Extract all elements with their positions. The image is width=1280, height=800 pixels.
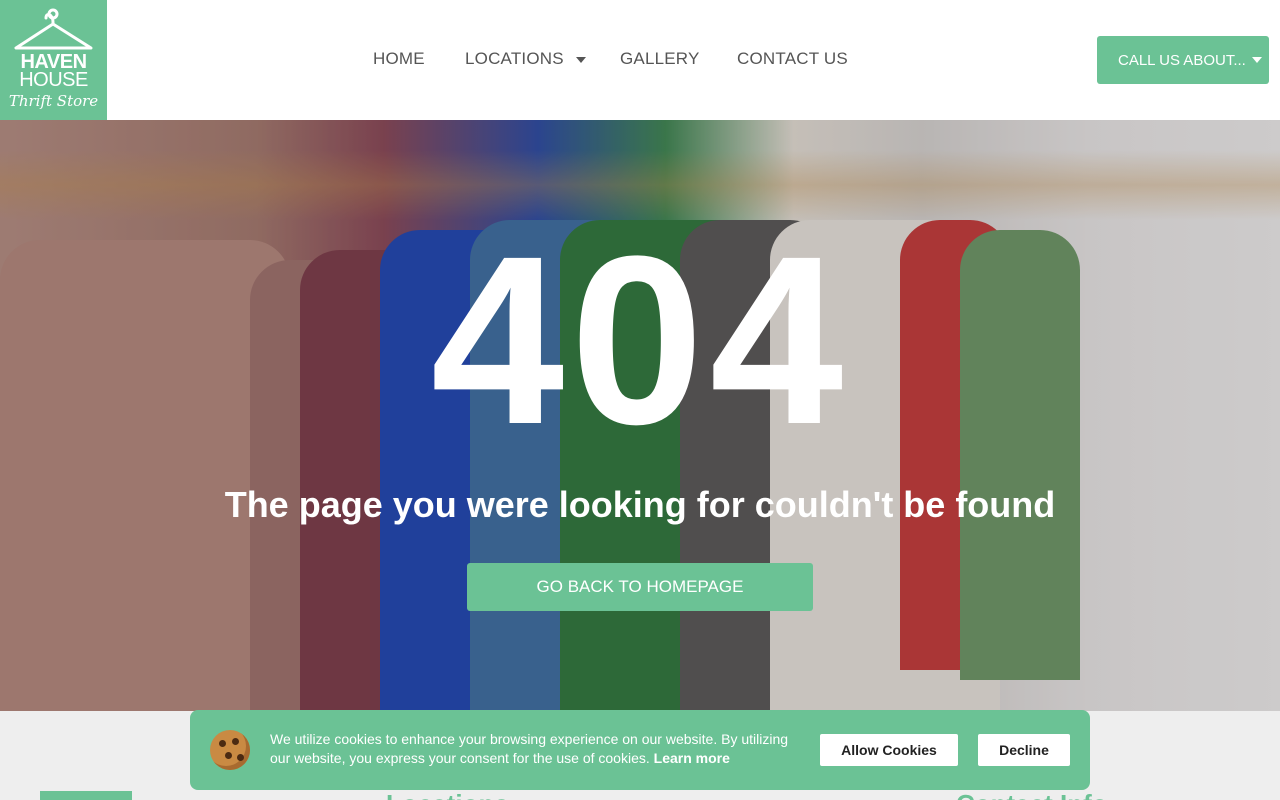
cookie-banner: We utilize cookies to enhance your brows…: [190, 710, 1090, 790]
logo-line-2: HOUSE: [19, 69, 88, 91]
logo-tagline: Thrift Store: [8, 92, 99, 110]
call-us-label: CALL US ABOUT...: [1118, 51, 1246, 69]
decline-cookies-button[interactable]: Decline: [978, 734, 1070, 766]
nav-locations[interactable]: LOCATIONS: [465, 49, 586, 69]
site-header: HAVEN HOUSE Thrift Store HOME LOCATIONS …: [0, 0, 1280, 120]
cookie-icon: [210, 730, 250, 770]
error-message: The page you were looking for couldn't b…: [224, 484, 1056, 525]
logo[interactable]: HAVEN HOUSE Thrift Store: [0, 0, 107, 120]
hero-section: 404 The page you were looking for couldn…: [0, 120, 1280, 711]
nav-locations-label: LOCATIONS: [465, 49, 564, 68]
nav-contact-us[interactable]: CONTACT US: [737, 49, 848, 69]
hanger-icon: [14, 8, 93, 50]
learn-more-link[interactable]: Learn more: [654, 750, 730, 766]
footer-logo[interactable]: [40, 791, 132, 800]
nav-gallery[interactable]: GALLERY: [620, 49, 700, 69]
error-code: 404: [430, 206, 850, 474]
footer-contact-heading: Contact Info: [956, 789, 1108, 800]
nav-home[interactable]: HOME: [373, 49, 425, 69]
allow-cookies-button[interactable]: Allow Cookies: [820, 734, 958, 766]
chevron-down-icon: [575, 56, 586, 63]
chevron-down-icon: [1252, 57, 1262, 63]
cookie-message: We utilize cookies to enhance your brows…: [270, 730, 810, 768]
go-back-home-button[interactable]: GO BACK TO HOMEPAGE: [467, 563, 813, 611]
footer-locations-heading: Locations: [386, 789, 509, 800]
call-us-button[interactable]: CALL US ABOUT...: [1097, 36, 1269, 84]
